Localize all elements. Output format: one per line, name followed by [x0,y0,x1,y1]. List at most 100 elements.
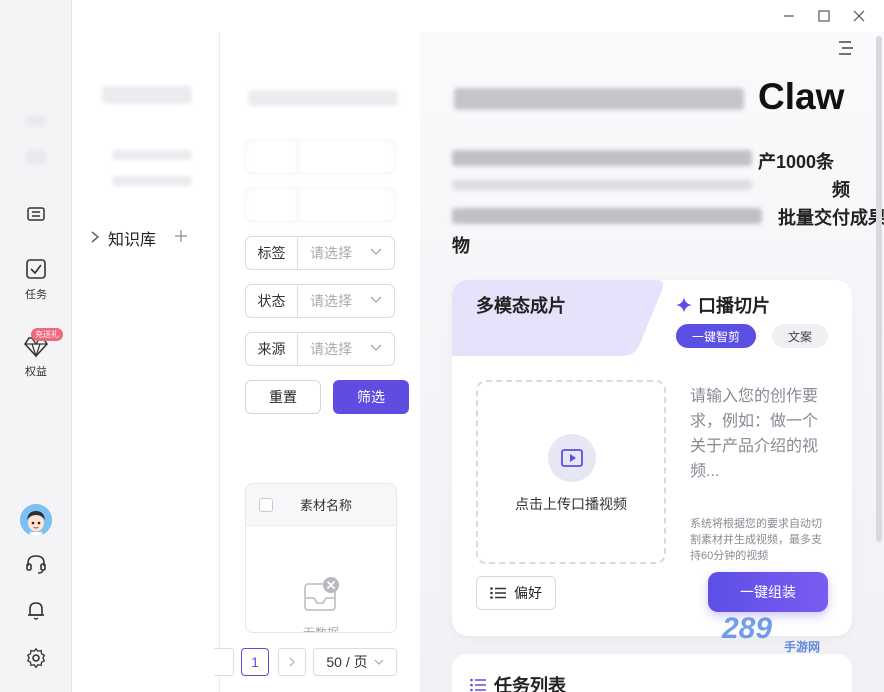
hero-line-4: 物 [452,236,470,256]
task-checkbox-icon [26,259,46,279]
preference-button[interactable]: 偏好 [476,576,556,610]
preference-label: 偏好 [514,585,542,601]
watermark-sub: 手游网 [784,640,821,654]
filter-tag-select[interactable]: 标签 请选择 [245,236,395,270]
filter-placeholder: 请选择 [310,245,352,261]
filter-panel: 标签 请选择 状态 请选择 来源 请选择 重置 筛选 素材名称 无数据 1 50… [214,32,420,692]
material-table: 素材名称 无数据 [245,483,397,633]
filter-label-blurred [246,189,298,221]
tab-talking-slice[interactable]: 口播切片 [676,292,770,318]
knowledge-panel: 知识库 [72,32,220,692]
menu-icon [839,41,853,55]
column-header-name: 素材名称 [300,498,353,513]
blurred-hero-line [452,180,752,190]
maximize-icon [818,10,830,22]
filter-row-blurred[interactable] [245,140,395,174]
reset-button[interactable]: 重置 [245,380,321,414]
blurred-item [112,176,192,186]
page-size-select[interactable]: 50 / 页 [313,648,397,676]
rail-item-benefits[interactable]: 充送礼 权益 [0,328,72,379]
knowledge-base-row[interactable]: 知识库 [90,226,188,250]
blurred-hero-line [452,208,762,224]
minimize-icon [784,15,794,17]
gear-icon [26,647,46,669]
hero-line-3: 批量交付成果 [778,208,884,228]
watermark-brand: 289 [722,612,773,645]
hero-line-2: 频 [832,180,850,200]
page-size-value: 50 / 页 [326,654,368,670]
settings-button[interactable] [0,647,72,669]
headset-icon [26,555,46,574]
notifications-button[interactable] [0,599,72,621]
tab-multimodal[interactable]: 多模态成片 [476,292,566,318]
brand-title: Claw [758,76,845,117]
creation-card: 多模态成片 口播切片 一键智剪 文案 点击上传口播视频 请输入您的创作要求，例如… [452,280,852,636]
filter-label-blurred [246,141,298,173]
bell-icon [28,602,44,620]
next-page-button[interactable] [278,648,306,676]
one-click-assemble-button[interactable]: 一键组装 [708,572,828,612]
chevron-right-icon [289,657,295,667]
select-all-checkbox[interactable] [259,497,273,512]
filter-row-blurred[interactable] [245,188,395,222]
blurred-nav-item [26,116,46,126]
filter-placeholder: 请选择 [310,293,352,309]
title-bar [72,0,884,32]
maximize-button[interactable] [813,6,835,26]
hero-line-1: 产1000条 [758,152,835,172]
chevron-down-icon [370,295,394,307]
rail-item-library[interactable] [0,204,72,224]
task-list-panel: 任务列表 [452,654,852,692]
rail-item-label: 权益 [25,366,47,378]
watermark-logo: 289 手游网 [722,612,820,654]
upload-video-area[interactable]: 点击上传口播视频 [476,380,666,564]
filter-label: 标签 [246,237,298,269]
list-icon [490,587,506,599]
chevron-right-icon[interactable] [90,230,100,246]
empty-state-icon [302,576,342,621]
tab-talking-label: 口播切片 [698,296,770,316]
blurred-hero-line [452,150,752,166]
table-header: 素材名称 [246,484,396,526]
minimize-button[interactable] [778,6,800,26]
chevron-down-icon [370,247,394,259]
main-content: Claw 产1000条 频 批量交付成果 物 多模态成片 口播切片 一键智剪 文… [420,32,884,692]
blurred-nav-item [26,150,46,164]
filter-label: 来源 [246,333,298,365]
chevron-down-icon [370,343,394,355]
pagination: 1 50 / 页 [214,648,420,678]
chip-copywriting[interactable]: 文案 [772,324,828,348]
chip-one-click-edit[interactable]: 一键智剪 [676,324,756,348]
filter-status-select[interactable]: 状态 请选择 [245,284,395,318]
upload-text: 点击上传口播视频 [515,496,627,512]
avatar [20,504,52,536]
left-rail: 任务 充送礼 权益 [0,0,72,692]
blurred-toolbar [248,90,398,106]
filter-source-select[interactable]: 来源 请选择 [245,332,395,366]
prev-page-button[interactable] [214,648,234,676]
prompt-input[interactable]: 请输入您的创作要求，例如：做一个关于产品介绍的视频... [690,384,830,484]
support-button[interactable] [0,553,72,575]
filter-button[interactable]: 筛选 [333,380,409,414]
play-icon [548,434,596,482]
blurred-hero-title [454,88,744,110]
add-icon[interactable] [174,229,188,248]
user-avatar-icon [20,504,52,536]
blurred-item [112,150,192,160]
empty-text: 无数据 [302,626,339,633]
close-button[interactable] [848,6,870,26]
page-number[interactable]: 1 [241,648,269,676]
menu-button[interactable] [838,40,860,56]
list-icon [470,678,486,692]
library-icon [27,207,45,221]
hint-text: 系统将根据您的要求自动切割素材并生成视频，最多支持60分钟的视频 [690,518,822,562]
sparkle-icon [676,297,692,313]
filter-placeholder: 请选择 [310,341,352,357]
task-list-title: 任务列表 [470,672,566,692]
rail-item-tasks[interactable]: 任务 [0,258,72,302]
scrollbar[interactable] [876,36,882,542]
knowledge-base-label: 知识库 [108,232,157,249]
chevron-down-icon [374,659,384,665]
rail-avatar[interactable] [0,504,72,536]
task-list-label: 任务列表 [494,676,566,692]
